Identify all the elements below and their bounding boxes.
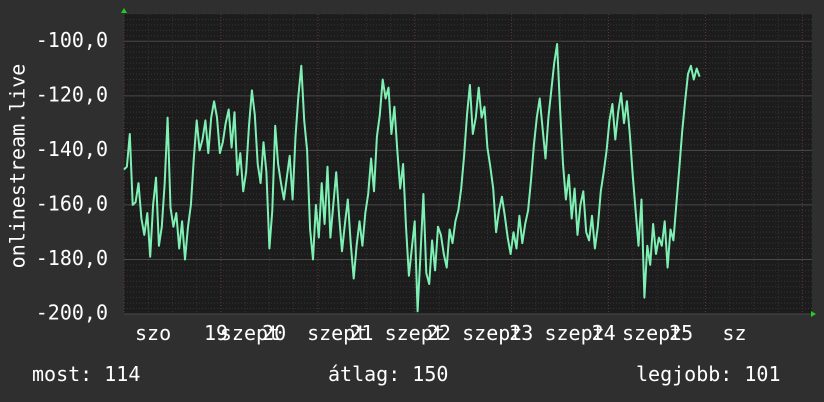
x-tick-label: sz [722,321,746,345]
y-axis-label-group: onlinestream.live [6,64,30,269]
stat-now-label: most: [32,362,93,386]
chart-svg: -100,0-120,0-140,0-160,0-180,0-200,0 szo… [6,8,816,345]
y-tick-label: -160,0 [36,191,108,215]
x-axis-ticks: szo 19szept20 szept21 szept22 szept23 szept24… [135,321,747,345]
x-tick-label: 20 [262,321,286,345]
y-axis-ticks: -100,0 -120,0 -140,0 -160,0 -180,0 -200,0 [36,28,108,325]
plot-area [124,14,812,314]
chart-panel: -100,0 -120,0 -140,0 -160,0 -180,0 -200,0 szo… [0,0,824,402]
x-tick-label: 22 [427,321,451,345]
y-axis-arrow-icon [121,8,127,13]
y-tick-label: -100,0 [36,28,108,52]
stat-average: átlag: 150 [328,362,448,386]
y-tick-label: -200,0 [36,301,108,325]
y-axis-label: onlinestream.live [6,64,30,269]
x-tick-label: 24 [592,321,616,345]
x-axis-arrow-icon [811,311,816,317]
x-tick-label: 25 [669,321,693,345]
stat-now-value: 114 [104,362,141,386]
stat-best: legjobb: 101 [636,362,781,386]
stats-bar: most: 114 átlag: 150 legjobb: 101 [0,362,824,390]
y-tick-label: -140,0 [36,137,108,161]
x-tick-label: 23 [509,321,533,345]
x-tick-label: szo [135,321,171,345]
stat-now: most: 114 [32,362,140,386]
stat-average-value: 150 [412,362,449,386]
y-tick-label: -180,0 [36,246,108,270]
stat-best-value: 101 [744,362,781,386]
stat-average-label: átlag: [328,362,401,386]
y-tick-label: -120,0 [36,82,108,106]
stat-best-label: legjobb: [636,362,733,386]
x-tick-label: 21 [349,321,373,345]
